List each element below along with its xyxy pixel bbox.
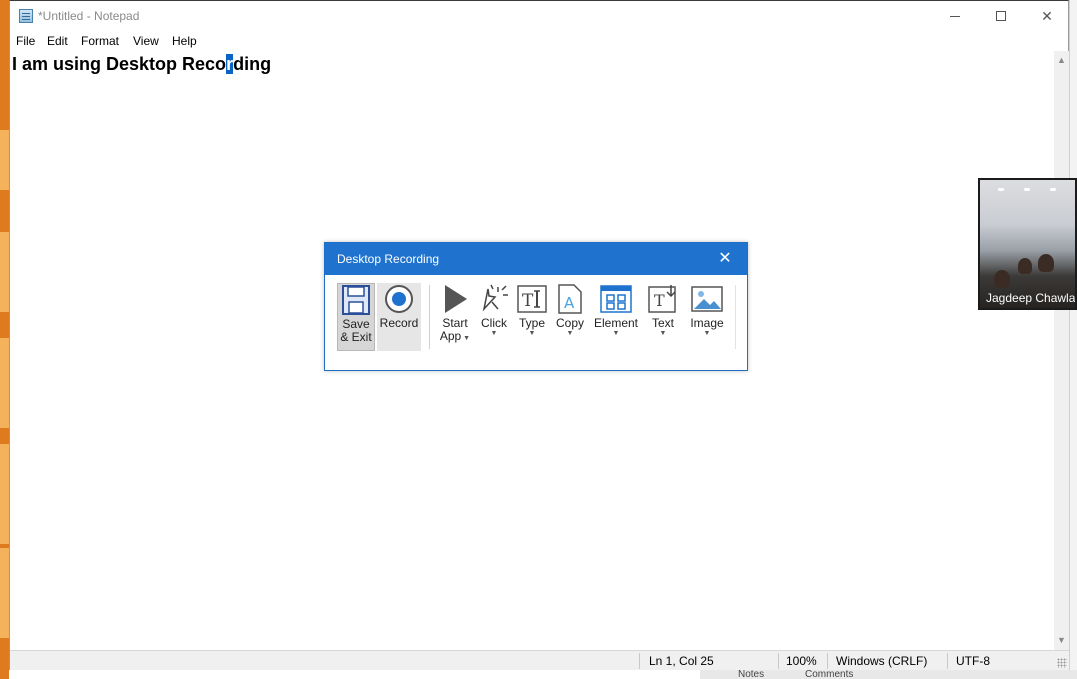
participant-figure	[994, 270, 1010, 288]
record-button[interactable]: Record	[377, 283, 421, 351]
type-button[interactable]: T Type ▼	[514, 283, 550, 338]
dialog-header[interactable]: Desktop Recording ✕	[325, 243, 747, 275]
menu-format[interactable]: Format	[81, 34, 119, 48]
text-dropdown-icon[interactable]: ▼	[645, 330, 681, 338]
app-label: App ▼	[439, 329, 471, 343]
close-button[interactable]: ✕	[1024, 1, 1070, 31]
notes-label: Notes	[738, 669, 765, 679]
element-dropdown-icon[interactable]: ▼	[593, 330, 639, 338]
record-icon	[385, 285, 413, 313]
scroll-down-icon[interactable]: ▼	[1054, 633, 1069, 648]
background-app-left	[0, 0, 9, 679]
copy-label: Copy	[555, 316, 584, 330]
close-icon: ✕	[1041, 7, 1053, 24]
svg-text:T: T	[522, 291, 534, 311]
status-bar: Ln 1, Col 25 100% Windows (CRLF) UTF-8	[10, 650, 1069, 670]
line-ending: Windows (CRLF)	[836, 654, 928, 668]
desktop-recording-dialog: Desktop Recording ✕ Save & Exit Record S…	[324, 242, 748, 371]
toolbar-divider	[735, 285, 736, 349]
comments-label: Comments	[805, 669, 854, 679]
play-icon	[445, 285, 467, 313]
participant-name: Jagdeep Chawla	[986, 291, 1076, 305]
element-button[interactable]: Element ▼	[593, 283, 639, 338]
click-dropdown-icon[interactable]: ▼	[476, 330, 512, 338]
dialog-title: Desktop Recording	[337, 252, 440, 266]
ceiling-light	[1024, 188, 1030, 191]
save-exit-button[interactable]: Save & Exit	[337, 283, 375, 351]
background-app-right	[1069, 0, 1077, 679]
type-text-icon: T	[517, 285, 547, 313]
status-divider	[947, 653, 948, 669]
window-title: *Untitled - Notepad	[38, 9, 140, 23]
cursor-position: Ln 1, Col 25	[649, 654, 714, 668]
video-call-tile[interactable]: Jagdeep Chawla	[978, 178, 1077, 310]
menu-bar: File Edit Format View Help	[10, 32, 1068, 51]
participant-figure	[1018, 258, 1032, 274]
minimize-icon	[950, 15, 960, 17]
status-divider	[639, 653, 640, 669]
image-dropdown-icon[interactable]: ▼	[687, 330, 727, 338]
menu-edit[interactable]: Edit	[47, 34, 68, 48]
text-label: Text	[651, 316, 674, 330]
maximize-icon	[996, 11, 1006, 21]
status-divider	[778, 653, 779, 669]
floppy-disk-icon	[342, 285, 370, 315]
toolbar-divider	[429, 285, 430, 349]
start-app-button[interactable]: Start App ▼	[437, 283, 473, 345]
image-button[interactable]: Image ▼	[687, 283, 727, 338]
resize-grip-icon[interactable]	[1057, 658, 1067, 668]
status-divider	[827, 653, 828, 669]
scroll-up-icon[interactable]: ▲	[1054, 53, 1069, 68]
element-label: Element	[593, 316, 639, 330]
element-grid-icon	[600, 285, 632, 313]
minimize-button[interactable]	[932, 1, 978, 31]
encoding: UTF-8	[956, 654, 990, 668]
type-dropdown-icon[interactable]: ▼	[514, 330, 550, 338]
text-before-selection: I am using Desktop Reco	[12, 54, 227, 74]
svg-text:T: T	[654, 291, 665, 310]
record-label: Record	[379, 316, 419, 330]
text-button[interactable]: T Text ▼	[645, 283, 681, 338]
type-label: Type	[518, 316, 545, 330]
notepad-app-icon	[19, 9, 33, 23]
copy-document-icon: A	[558, 284, 582, 314]
menu-file[interactable]: File	[16, 34, 35, 48]
menu-help[interactable]: Help	[172, 34, 197, 48]
ceiling-light	[1050, 188, 1056, 191]
text-extract-icon: T	[648, 285, 676, 313]
cursor-click-icon	[482, 284, 508, 312]
click-button[interactable]: Click ▼	[476, 283, 512, 338]
dialog-close-icon[interactable]: ✕	[715, 249, 735, 269]
svg-text:A: A	[564, 294, 575, 312]
zoom-level: 100%	[786, 654, 817, 668]
editor-text[interactable]: I am using Desktop Recording	[12, 54, 271, 75]
text-after-selection: ding	[233, 54, 272, 74]
exit-label: & Exit	[340, 330, 372, 344]
video-feed	[980, 180, 1075, 308]
click-label: Click	[481, 316, 507, 330]
image-label: Image	[690, 316, 724, 330]
recording-toolbar: Save & Exit Record Start App ▼ Click ▼ T…	[325, 275, 747, 371]
copy-button[interactable]: A Copy ▼	[552, 283, 588, 338]
maximize-button[interactable]	[978, 1, 1024, 31]
title-bar[interactable]: *Untitled - Notepad ✕	[10, 1, 1068, 31]
vertical-scrollbar[interactable]: ▲ ▼	[1054, 51, 1069, 650]
menu-view[interactable]: View	[133, 34, 159, 48]
copy-dropdown-icon[interactable]: ▼	[552, 330, 588, 338]
ceiling-light	[998, 188, 1004, 191]
background-taskbar-fragment: Notes Comments	[700, 670, 1077, 679]
participant-figure	[1038, 254, 1054, 272]
image-picture-icon	[691, 286, 723, 312]
